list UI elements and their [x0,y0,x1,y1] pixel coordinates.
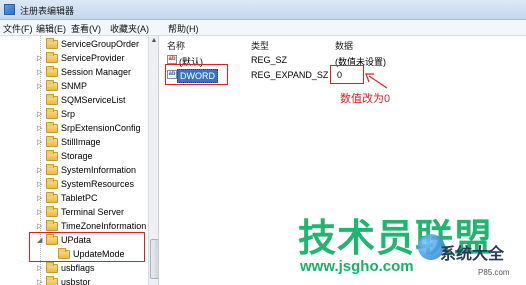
tree-item[interactable]: SQMServiceList [0,94,150,108]
folder-icon [46,38,58,49]
registry-tree[interactable]: ServiceGroupOrder ▷ ServiceProvider ▷ Se… [0,36,159,285]
column-header-name[interactable]: 名称 [167,39,185,52]
folder-icon [46,122,58,133]
watermark-small: P85.com [478,268,510,277]
menu-help[interactable]: 帮助(H) [168,22,199,35]
menu-edit[interactable]: 编辑(E) [36,22,66,35]
tree-item[interactable]: ▷ SystemInformation [0,164,150,178]
expand-arrow-icon[interactable]: ▷ [37,82,42,90]
expand-arrow-icon[interactable]: ▷ [37,264,42,272]
expand-arrow-icon[interactable]: ▷ [37,124,42,132]
menu-bar: 文件(F) 编辑(E) 查看(V) 收藏夹(A) 帮助(H) [0,20,526,36]
string-value-icon: ab [167,55,177,64]
menu-favorites[interactable]: 收藏夹(A) [110,22,149,35]
expand-arrow-icon[interactable]: ▷ [37,110,42,118]
tree-item[interactable]: Storage [0,150,150,164]
folder-icon [46,206,58,217]
expand-arrow-icon[interactable]: ▷ [37,278,42,285]
expand-arrow-icon[interactable]: ▷ [37,166,42,174]
folder-icon [46,94,58,105]
folder-icon [46,220,58,231]
tree-item[interactable]: ▷ SNMP [0,80,150,94]
expand-arrow-icon[interactable]: ▷ [37,222,42,230]
expand-arrow-icon[interactable]: ▷ [37,180,42,188]
folder-icon [46,52,58,63]
folder-icon [46,178,58,189]
annotation-arrow-icon [365,73,388,89]
watermark-side: 系统大全 [440,246,505,263]
expand-arrow-icon[interactable]: ▷ [37,54,42,62]
tree-item[interactable]: ServiceGroupOrder [0,38,150,52]
tree-item[interactable]: ▷ ServiceProvider [0,52,150,66]
tree-item[interactable]: ▷ TabletPC [0,192,150,206]
folder-icon [46,192,58,203]
folder-icon [46,108,58,119]
tree-item[interactable]: ▷ SystemResources [0,178,150,192]
tree-item[interactable]: ▷ usbstor [0,276,150,285]
window-title: 注册表编辑器 [20,6,75,16]
expand-arrow-icon[interactable]: ▷ [37,68,42,76]
tree-scrollbar[interactable]: ▲ [148,36,158,285]
red-highlight-box-tree [29,232,145,262]
title-bar: 注册表编辑器 [0,0,526,20]
tree-item[interactable]: ▷ SrpExtensionConfig [0,122,150,136]
tree-item[interactable]: ▷ Terminal Server [0,206,150,220]
expand-arrow-icon[interactable]: ▷ [37,138,42,146]
scrollbar-thumb[interactable] [150,239,158,279]
tree-item[interactable]: ▷ Srp [0,108,150,122]
folder-icon [46,150,58,161]
expand-arrow-icon[interactable]: ▷ [37,208,42,216]
expand-arrow-icon[interactable]: ▷ [37,194,42,202]
scroll-up-icon[interactable]: ▲ [150,37,158,47]
column-header-data[interactable]: 数据 [335,39,353,52]
folder-icon [46,262,58,273]
menu-view[interactable]: 查看(V) [71,22,101,35]
tree-item[interactable]: ▷ usbflags [0,262,150,276]
regedit-icon [4,4,15,15]
folder-icon [46,136,58,147]
tree-item[interactable]: ▷ Session Manager [0,66,150,80]
annotation-text: 数值改为0 [340,93,391,105]
folder-icon [46,164,58,175]
folder-icon [46,276,58,285]
folder-icon [46,66,58,77]
tree-item[interactable]: ▷ StillImage [0,136,150,150]
red-highlight-box-name [165,64,228,85]
watermark-url: www.jsgho.com [300,258,414,275]
folder-icon [46,80,58,91]
menu-file[interactable]: 文件(F) [3,22,33,35]
column-header-type[interactable]: 类型 [251,39,269,52]
